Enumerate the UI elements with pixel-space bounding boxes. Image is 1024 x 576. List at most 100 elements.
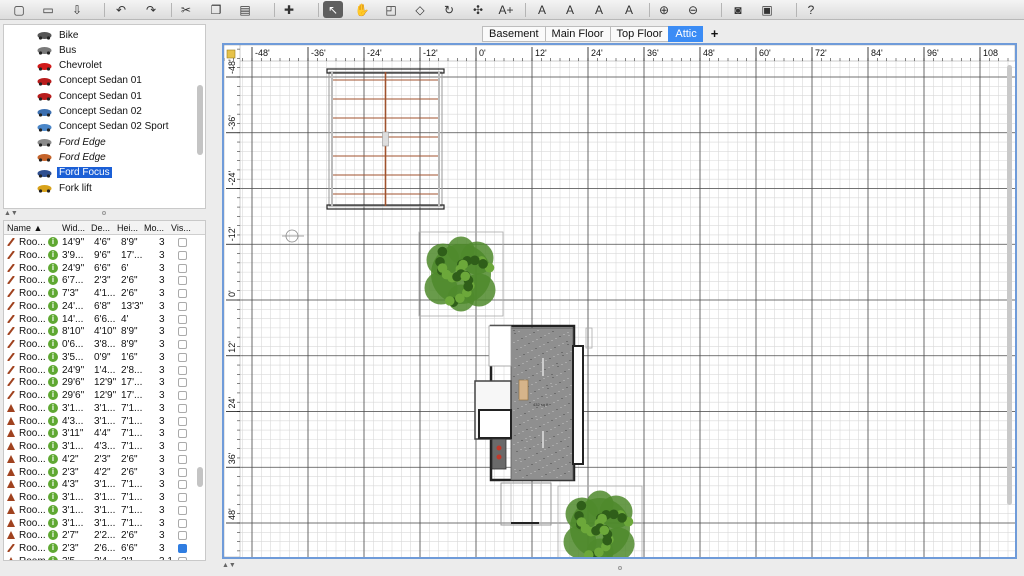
catalog-item[interactable]: Concept Sedan 01 bbox=[37, 74, 144, 88]
info-icon[interactable]: i bbox=[48, 517, 58, 528]
info-icon[interactable]: i bbox=[48, 364, 58, 375]
info-icon[interactable]: i bbox=[48, 479, 58, 490]
visible-checkbox[interactable] bbox=[178, 403, 187, 413]
visible-checkbox[interactable] bbox=[178, 480, 187, 490]
catalog-item[interactable]: Concept Sedan 01 bbox=[37, 89, 144, 103]
plan-canvas[interactable]: -48' -36' -24' -12' 0' 12' 24' 36' 48' 60' 72' 84' 9… bbox=[224, 45, 1015, 557]
visible-checkbox[interactable] bbox=[178, 289, 187, 298]
plan-view[interactable]: -48' -36' -24' -12' 0' 12' 24' 36' 48' 60' 72' 84' 9… bbox=[222, 43, 1017, 559]
column-header-height[interactable]: Hei... bbox=[117, 223, 138, 233]
catalog-item[interactable]: Bus bbox=[37, 43, 78, 57]
table-row[interactable]: i Roo... 2'7" 2'2... 2'6" 3 bbox=[4, 529, 205, 542]
table-row[interactable]: i Roo... 3'1... 3'1... 7'1... 3 bbox=[4, 517, 205, 530]
increase-text-size-icon[interactable]: A bbox=[532, 1, 552, 18]
column-header-width[interactable]: Wid... bbox=[62, 223, 85, 233]
info-icon[interactable]: i bbox=[48, 300, 58, 311]
table-row[interactable]: i Roo... 3'9... 9'6" 17'... 3 bbox=[4, 249, 205, 262]
column-header-visible[interactable]: Vis... bbox=[171, 223, 191, 233]
redo-icon[interactable]: ↷ bbox=[141, 1, 161, 18]
visible-checkbox[interactable] bbox=[178, 301, 187, 311]
table-row[interactable]: i Roo... 14'9" 4'6" 8'9" 3 bbox=[4, 236, 205, 249]
table-row[interactable]: i Roo... 14'... 6'6... 4' 3 bbox=[4, 313, 205, 326]
copy-icon[interactable]: ❐ bbox=[206, 1, 226, 18]
decrease-text-size-icon[interactable]: A bbox=[560, 1, 580, 18]
info-icon[interactable]: i bbox=[48, 492, 58, 502]
visible-checkbox[interactable] bbox=[178, 467, 187, 477]
table-scrollbar[interactable] bbox=[197, 467, 203, 487]
create-rooms-icon[interactable]: ◇ bbox=[410, 1, 430, 18]
visible-checkbox[interactable] bbox=[178, 263, 187, 273]
info-icon[interactable]: i bbox=[48, 377, 58, 388]
catalog-item[interactable]: Ford Focus bbox=[37, 166, 112, 180]
table-row[interactable]: i Roo... 2'3" 2'6... 6'6" 3 bbox=[4, 542, 205, 555]
info-icon[interactable]: i bbox=[48, 262, 58, 273]
info-icon[interactable]: i bbox=[48, 275, 58, 286]
create-photo-icon[interactable]: ◙ bbox=[728, 1, 748, 18]
add-text-icon[interactable]: A+ bbox=[496, 1, 516, 18]
collapse-arrows-icon[interactable]: ▲▼ bbox=[222, 562, 236, 569]
info-icon[interactable]: i bbox=[48, 543, 58, 553]
collapse-arrows-icon[interactable]: ▲▼ bbox=[4, 210, 18, 217]
table-row[interactable]: i Roo... 8'10" 4'10" 8'9" 3 bbox=[4, 325, 205, 338]
table-row[interactable]: i Roo... 6'7... 2'3" 2'6" 3 bbox=[4, 274, 205, 287]
table-row[interactable]: i Roo... 2'3" 4'2" 2'6" 3 bbox=[4, 466, 205, 479]
catalog-item[interactable]: Fork lift bbox=[37, 181, 94, 195]
table-row[interactable]: i Roo... 4'2" 2'3" 2'6" 3 bbox=[4, 453, 205, 466]
table-row[interactable]: i Roo... 3'1... 3'1... 7'1... 3 bbox=[4, 504, 205, 517]
zoom-in-icon[interactable]: ⊕ bbox=[654, 1, 674, 18]
help-icon[interactable]: ? bbox=[801, 1, 821, 18]
column-header-name[interactable]: Name ▲ bbox=[7, 223, 42, 233]
table-row[interactable]: i Roo... 3'1... 3'1... 7'1... 3 bbox=[4, 402, 205, 415]
zoom-out-icon[interactable]: ⊖ bbox=[683, 1, 703, 18]
info-icon[interactable]: i bbox=[48, 441, 58, 451]
visible-checkbox[interactable] bbox=[178, 340, 187, 349]
paste-icon[interactable]: ▤ bbox=[235, 1, 255, 18]
visible-checkbox[interactable] bbox=[178, 378, 187, 388]
catalog-item[interactable]: Bike bbox=[37, 28, 80, 42]
furniture-table[interactable]: Name ▲ Wid... De... Hei... Mo... Vis... … bbox=[3, 220, 206, 561]
visible-checkbox[interactable] bbox=[178, 365, 187, 375]
catalog-item[interactable]: Ford Edge bbox=[37, 150, 108, 164]
pan-mode-icon[interactable]: ✋ bbox=[352, 1, 372, 18]
catalog-item[interactable]: Concept Sedan 02 bbox=[37, 105, 144, 119]
cut-icon[interactable]: ✂ bbox=[176, 1, 196, 18]
table-row[interactable]: i Roo... 24'... 6'8" 13'3" 3 bbox=[4, 300, 205, 313]
info-icon[interactable]: i bbox=[48, 288, 58, 298]
tab-basement[interactable]: Basement bbox=[482, 26, 545, 42]
visible-checkbox[interactable] bbox=[178, 556, 187, 560]
create-walls-icon[interactable]: ◰ bbox=[381, 1, 401, 18]
table-row[interactable]: i Roo... 3'11" 4'4" 7'1... 3 bbox=[4, 427, 205, 440]
info-icon[interactable]: i bbox=[48, 313, 58, 324]
table-row[interactable]: i Roo... 7'3" 4'1... 2'6" 3 bbox=[4, 287, 205, 300]
info-icon[interactable]: i bbox=[48, 453, 58, 464]
table-row[interactable]: i Roo... 4'3" 3'1... 7'1... 3 bbox=[4, 478, 205, 491]
visible-checkbox[interactable] bbox=[178, 544, 187, 553]
add-level-button[interactable]: + bbox=[702, 26, 727, 42]
tab-top-floor[interactable]: Top Floor bbox=[609, 26, 669, 42]
info-icon[interactable]: i bbox=[48, 428, 58, 439]
table-row[interactable]: i Roo... 29'6" 12'9" 17'... 3 bbox=[4, 389, 205, 402]
info-icon[interactable]: i bbox=[48, 339, 58, 349]
bold-text-icon[interactable]: A bbox=[589, 1, 609, 18]
add-furniture-icon[interactable]: ✚ bbox=[279, 1, 299, 18]
info-icon[interactable]: i bbox=[48, 555, 58, 560]
visible-checkbox[interactable] bbox=[178, 314, 187, 324]
visible-checkbox[interactable] bbox=[178, 518, 187, 528]
visible-checkbox[interactable] bbox=[178, 505, 187, 515]
table-row[interactable]: i Roo... 4'3... 3'1... 7'1... 3 bbox=[4, 415, 205, 428]
visible-checkbox[interactable] bbox=[178, 352, 187, 362]
visible-checkbox[interactable] bbox=[178, 391, 187, 400]
visible-checkbox[interactable] bbox=[178, 531, 187, 541]
info-icon[interactable]: i bbox=[48, 351, 58, 362]
info-icon[interactable]: i bbox=[48, 402, 58, 413]
create-polylines-icon[interactable]: ↻ bbox=[439, 1, 459, 18]
tab-main-floor[interactable]: Main Floor bbox=[544, 26, 610, 42]
create-dimensions-icon[interactable]: ✣ bbox=[468, 1, 488, 18]
info-icon[interactable]: i bbox=[48, 530, 58, 541]
visible-checkbox[interactable] bbox=[178, 429, 187, 439]
italic-text-icon[interactable]: A bbox=[619, 1, 639, 18]
visible-checkbox[interactable] bbox=[178, 454, 187, 464]
visible-checkbox[interactable] bbox=[178, 493, 187, 502]
table-row[interactable]: iRoom 3'5 3'4 2'1 3.1 bbox=[4, 555, 205, 560]
furniture-catalog-tree[interactable]: Bike Bus Chevrolet Concept Sedan 01 Concept … bbox=[3, 24, 206, 209]
